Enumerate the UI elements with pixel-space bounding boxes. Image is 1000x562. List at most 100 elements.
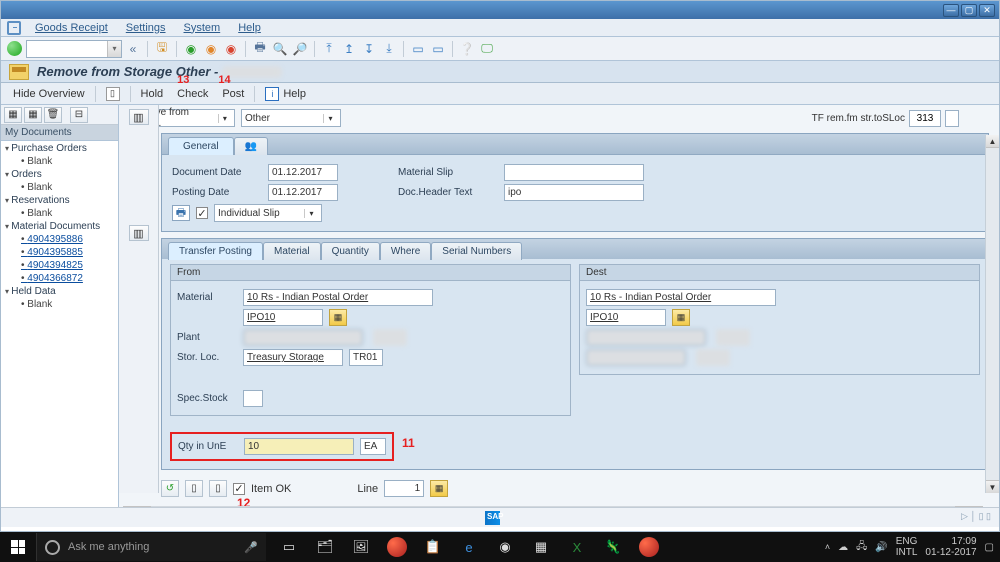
- task-view-icon[interactable]: ▭: [272, 533, 306, 561]
- prev-page-icon[interactable]: ↥: [340, 40, 358, 58]
- close-icon[interactable]: ✕: [979, 4, 995, 17]
- print-icon[interactable]: 🖶: [172, 205, 190, 221]
- shortcut-icon[interactable]: ▭: [429, 40, 447, 58]
- cortana-search[interactable]: Ask me anything 🎤: [36, 533, 266, 561]
- tab-quantity[interactable]: Quantity: [321, 242, 380, 260]
- from-stor-loc-field[interactable]: Treasury Storage: [243, 349, 343, 366]
- tab-material[interactable]: Material: [263, 242, 321, 260]
- expand-left-icon[interactable]: «: [124, 40, 142, 58]
- menu-settings[interactable]: Settings: [118, 21, 174, 35]
- tree-find-icon[interactable]: ▦: [24, 107, 42, 123]
- taskbar-app-icon[interactable]: 🖼: [344, 533, 378, 561]
- tree-item-mdoc[interactable]: 4904395886: [1, 233, 118, 246]
- new-doc-button[interactable]: ▯: [102, 86, 124, 102]
- tree-material-documents[interactable]: Material Documents: [1, 220, 118, 233]
- hold-button[interactable]: Hold: [137, 87, 168, 101]
- taskbar-app-icon[interactable]: [632, 533, 666, 561]
- ie-icon[interactable]: e: [452, 533, 486, 561]
- reference-dropdown[interactable]: Other▾: [241, 109, 341, 127]
- command-field[interactable]: ▾: [26, 40, 122, 58]
- menu-system[interactable]: System: [176, 21, 229, 35]
- tab-transfer-posting[interactable]: Transfer Posting: [168, 242, 263, 260]
- from-stor-loc-code-field[interactable]: TR01: [349, 349, 383, 366]
- tree-orders[interactable]: Orders: [1, 168, 118, 181]
- file-explorer-icon[interactable]: 🗂: [308, 533, 342, 561]
- chrome-icon[interactable]: ◉: [488, 533, 522, 561]
- gutter-icon-top[interactable]: ▥: [129, 109, 149, 125]
- tree-delete-icon[interactable]: 🗑: [44, 107, 62, 123]
- item-ok-checkbox[interactable]: ✓: [233, 483, 245, 495]
- item-copy-icon[interactable]: ▯: [185, 480, 203, 497]
- chevron-down-icon[interactable]: ▾: [107, 41, 121, 57]
- tray-network-icon[interactable]: 🖧: [856, 539, 867, 556]
- tab-general[interactable]: General: [168, 137, 234, 155]
- document-date-field[interactable]: 01.12.2017: [268, 164, 338, 181]
- qty-field[interactable]: 10: [244, 438, 354, 455]
- find-next-icon[interactable]: 🔎: [291, 40, 309, 58]
- notification-icon[interactable]: ▢: [985, 542, 994, 553]
- tree-item-blank[interactable]: Blank: [1, 155, 118, 168]
- post-button[interactable]: Post14: [218, 87, 248, 101]
- dest-material-code-field[interactable]: IPO10: [586, 309, 666, 326]
- tree-item-mdoc[interactable]: 4904395885: [1, 246, 118, 259]
- tab-where[interactable]: Where: [380, 242, 431, 260]
- back-icon[interactable]: ◉: [182, 40, 200, 58]
- mic-icon[interactable]: 🎤: [244, 541, 258, 554]
- tree-item-mdoc[interactable]: 4904366872: [1, 272, 118, 285]
- dest-material-field[interactable]: 10 Rs - Indian Postal Order: [586, 289, 776, 306]
- item-copy2-icon[interactable]: ▯: [209, 480, 227, 497]
- chevron-down-icon[interactable]: ▾: [218, 114, 231, 123]
- tree-item-blank[interactable]: Blank: [1, 207, 118, 220]
- individual-slip-dropdown[interactable]: Individual Slip▾: [214, 204, 322, 222]
- chevron-down-icon[interactable]: ▾: [323, 114, 337, 123]
- layout-icon[interactable]: 🖵: [478, 40, 496, 58]
- start-button[interactable]: [0, 532, 36, 562]
- tray-clock[interactable]: 17:0901-12-2017: [925, 536, 976, 558]
- dest-stor-loc-field[interactable]: [586, 349, 686, 366]
- vertical-scrollbar[interactable]: ▲ ▼: [985, 135, 999, 493]
- save-icon[interactable]: 🖫: [153, 40, 171, 58]
- help-toolbar-icon[interactable]: ❔: [458, 40, 476, 58]
- scroll-up-icon[interactable]: ▲: [986, 135, 999, 148]
- taskbar-app-icon[interactable]: 🦎: [596, 533, 630, 561]
- cancel-icon[interactable]: ◉: [222, 40, 240, 58]
- from-material-code-field[interactable]: IPO10: [243, 309, 323, 326]
- item-prev-icon[interactable]: ↺: [161, 480, 179, 497]
- line-search-icon[interactable]: ▦: [430, 480, 448, 497]
- tab-vendor-icon[interactable]: 👥: [234, 137, 268, 155]
- tree-expand-icon[interactable]: ▦: [4, 107, 22, 123]
- taskbar-app-icon[interactable]: 📋: [416, 533, 450, 561]
- menu-help[interactable]: Help: [230, 21, 269, 35]
- calculator-icon[interactable]: ▦: [524, 533, 558, 561]
- exit-icon[interactable]: ◉: [202, 40, 220, 58]
- from-material-field[interactable]: 10 Rs - Indian Postal Order: [243, 289, 433, 306]
- tree-held-data[interactable]: Held Data: [1, 285, 118, 298]
- tray-overflow-icon[interactable]: ˄: [825, 542, 830, 552]
- gutter-icon-mid[interactable]: ▥: [129, 225, 149, 241]
- menu-goods-receipt[interactable]: Goods Receipt: [27, 21, 116, 35]
- maximize-icon[interactable]: ▢: [961, 4, 977, 17]
- tree-reservations[interactable]: Reservations: [1, 194, 118, 207]
- tab-serial-numbers[interactable]: Serial Numbers: [431, 242, 522, 260]
- tree-item-blank[interactable]: Blank: [1, 298, 118, 311]
- tray-cloud-icon[interactable]: ☁: [838, 542, 848, 553]
- material-slip-field[interactable]: [504, 164, 644, 181]
- tree-item-blank[interactable]: Blank: [1, 181, 118, 194]
- dest-plant-field[interactable]: [586, 329, 706, 346]
- search-help-icon[interactable]: ▦: [672, 309, 690, 326]
- taskbar-app-icon[interactable]: [380, 533, 414, 561]
- find-icon[interactable]: 🔍: [271, 40, 289, 58]
- print-icon[interactable]: 🖶: [251, 40, 269, 58]
- posting-date-field[interactable]: 01.12.2017: [268, 184, 338, 201]
- tray-language[interactable]: ENGINTL: [896, 536, 918, 558]
- tree-collapse-icon[interactable]: ⊟: [70, 107, 88, 123]
- excel-icon[interactable]: X: [560, 533, 594, 561]
- tree-purchase-orders[interactable]: Purchase Orders: [1, 142, 118, 155]
- qty-unit-field[interactable]: EA: [360, 438, 386, 455]
- print-checkbox[interactable]: ✓: [196, 207, 208, 219]
- first-page-icon[interactable]: ⤒: [320, 40, 338, 58]
- hide-overview-button[interactable]: Hide Overview: [9, 87, 89, 101]
- spec-stock-field[interactable]: [243, 390, 263, 407]
- from-plant-field[interactable]: [243, 329, 363, 346]
- app-menu-icon[interactable]: [7, 21, 21, 35]
